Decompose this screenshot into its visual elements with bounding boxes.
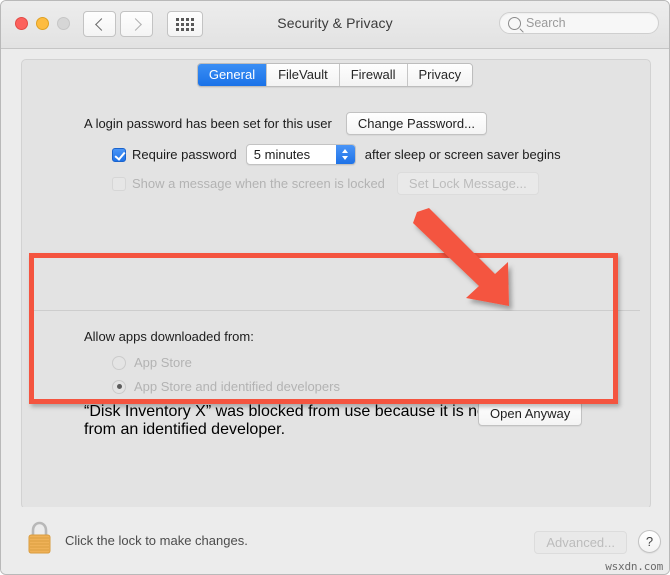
password-delay-value: 5 minutes	[253, 147, 311, 162]
radio-app-store-and-identified-developers	[112, 379, 126, 394]
allow-apps-heading: Allow apps downloaded from:	[84, 329, 254, 344]
section-separator	[34, 310, 640, 311]
tab-general[interactable]: General	[197, 64, 268, 86]
lock-hint-text: Click the lock to make changes.	[65, 533, 248, 548]
radio-app-store-and-identified-developers-label: App Store and identified developers	[134, 379, 340, 394]
help-button[interactable]: ?	[638, 530, 661, 553]
set-lock-message-button: Set Lock Message...	[396, 172, 539, 195]
tab-privacy[interactable]: Privacy	[407, 64, 473, 86]
chevron-up-icon	[342, 149, 349, 153]
security-privacy-window: Security & Privacy Search A login passwo…	[0, 0, 670, 575]
require-password-checkbox[interactable]	[112, 147, 126, 162]
require-password-label: Require password	[132, 147, 237, 162]
bottom-bar: Click the lock to make changes. Advanced…	[1, 507, 669, 574]
watermark: wsxdn.com	[605, 560, 663, 573]
radio-app-store-label: App Store	[134, 355, 192, 370]
tab-bar: General FileVault Firewall Privacy	[1, 63, 669, 87]
lock-message-checkbox	[112, 176, 126, 191]
tab-firewall[interactable]: Firewall	[339, 64, 408, 86]
search-field[interactable]: Search	[499, 12, 659, 34]
search-placeholder: Search	[526, 16, 566, 30]
advanced-button: Advanced...	[534, 531, 627, 554]
search-icon	[508, 16, 521, 30]
lock-message-row: Show a message when the screen is locked…	[112, 172, 539, 195]
lock-message-label: Show a message when the screen is locked	[132, 176, 385, 191]
blocked-message: “Disk Inventory X” was blocked from use …	[84, 403, 491, 438]
login-password-row: A login password has been set for this u…	[84, 112, 487, 135]
red-arrow-icon	[413, 208, 509, 306]
radio-app-store-row: App Store	[112, 355, 192, 370]
password-delay-select[interactable]: 5 minutes	[245, 144, 356, 165]
change-password-button[interactable]: Change Password...	[345, 112, 487, 135]
open-anyway-button[interactable]: Open Anyway	[478, 401, 583, 426]
login-password-label: A login password has been set for this u…	[84, 116, 332, 131]
chevron-down-icon	[342, 156, 349, 160]
tab-filevault[interactable]: FileVault	[267, 64, 340, 86]
require-password-suffix: after sleep or screen saver begins	[364, 147, 561, 162]
radio-app-store-and-identified-developers-row: App Store and identified developers	[112, 379, 340, 394]
require-password-row: Require password 5 minutes after sleep o…	[112, 144, 561, 165]
content-panel: A login password has been set for this u…	[21, 59, 651, 509]
title-bar: Security & Privacy Search	[1, 1, 669, 49]
closed-padlock-icon[interactable]	[26, 521, 53, 555]
radio-app-store	[112, 355, 126, 370]
password-delay-stepper[interactable]	[335, 145, 355, 164]
allow-apps-heading-row: Allow apps downloaded from:	[84, 329, 254, 344]
